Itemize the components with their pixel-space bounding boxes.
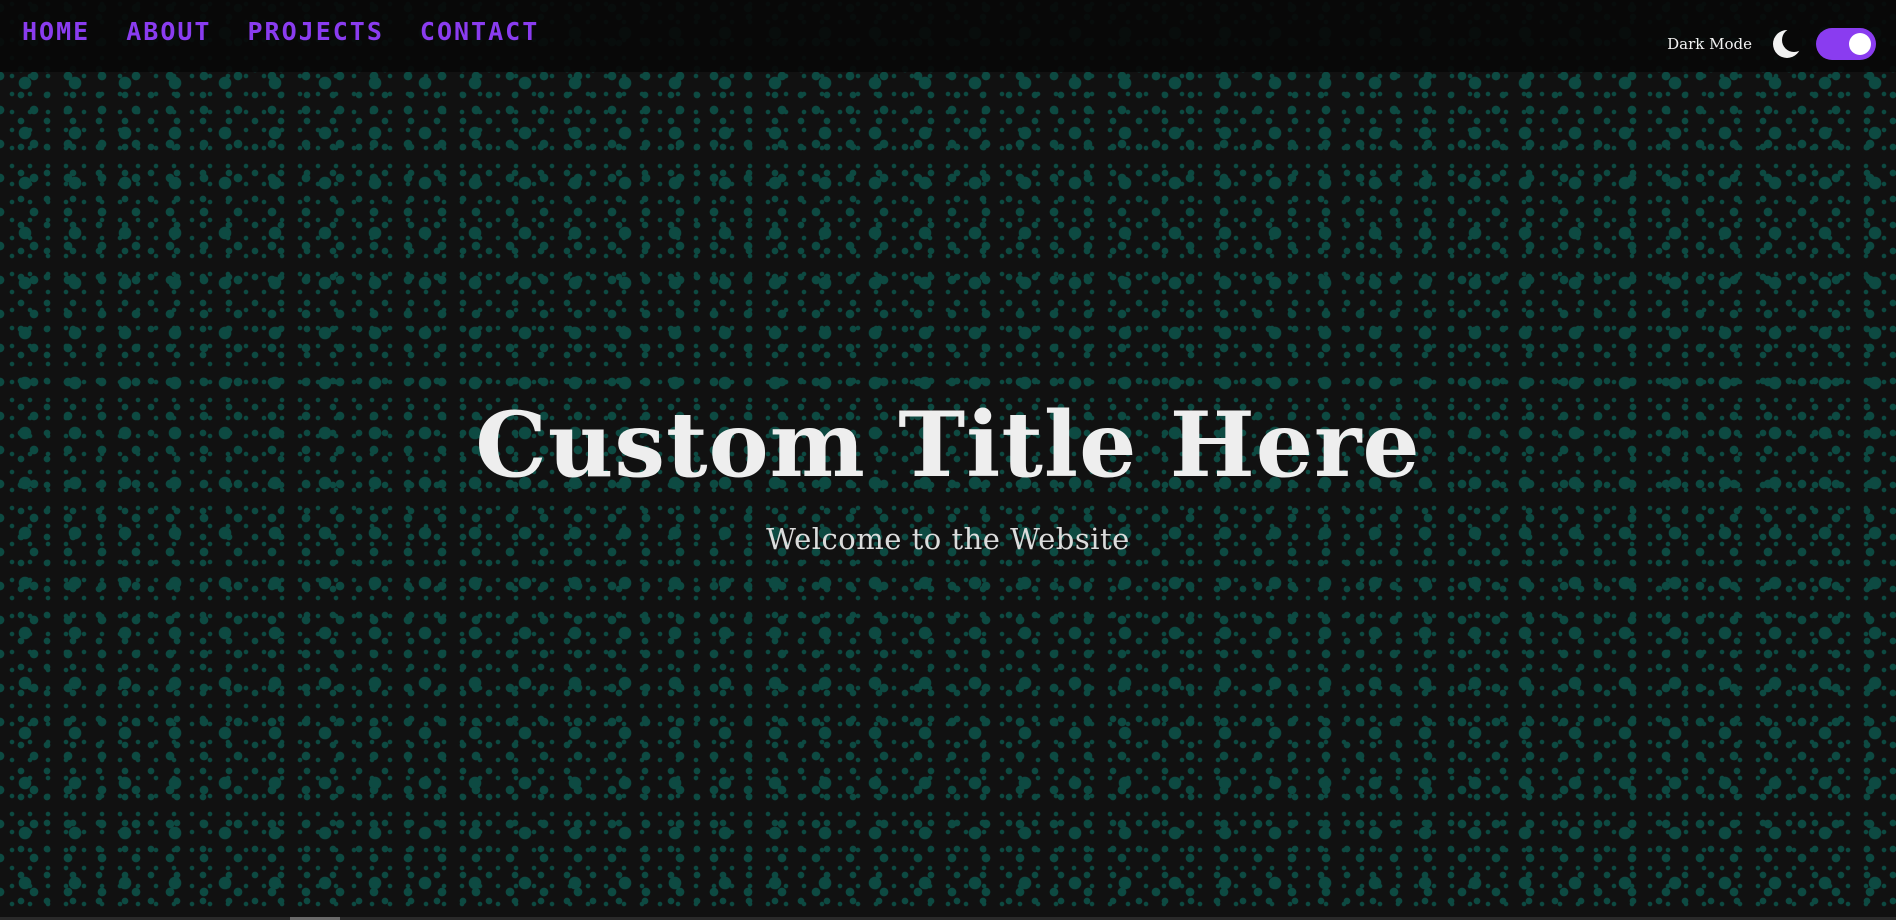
dark-mode-toggle[interactable]	[1816, 28, 1876, 60]
page-subtitle: Welcome to the Website	[766, 522, 1130, 556]
page-title: Custom Title Here	[475, 392, 1421, 498]
nav-link-projects[interactable]: PROJECTS	[247, 14, 383, 50]
moon-icon	[1772, 28, 1806, 59]
dark-mode-label: Dark Mode	[1667, 35, 1752, 53]
nav-links: HOME ABOUT PROJECTS CONTACT	[22, 14, 539, 50]
top-navbar: HOME ABOUT PROJECTS CONTACT Dark Mode	[0, 0, 1896, 72]
toggle-knob	[1849, 33, 1871, 55]
nav-link-home[interactable]: HOME	[22, 14, 90, 50]
hero-section: Custom Title Here Welcome to the Website	[0, 390, 1896, 556]
nav-link-contact[interactable]: CONTACT	[420, 14, 539, 50]
nav-link-about[interactable]: ABOUT	[126, 14, 211, 50]
dark-mode-control: Dark Mode	[1667, 26, 1876, 62]
